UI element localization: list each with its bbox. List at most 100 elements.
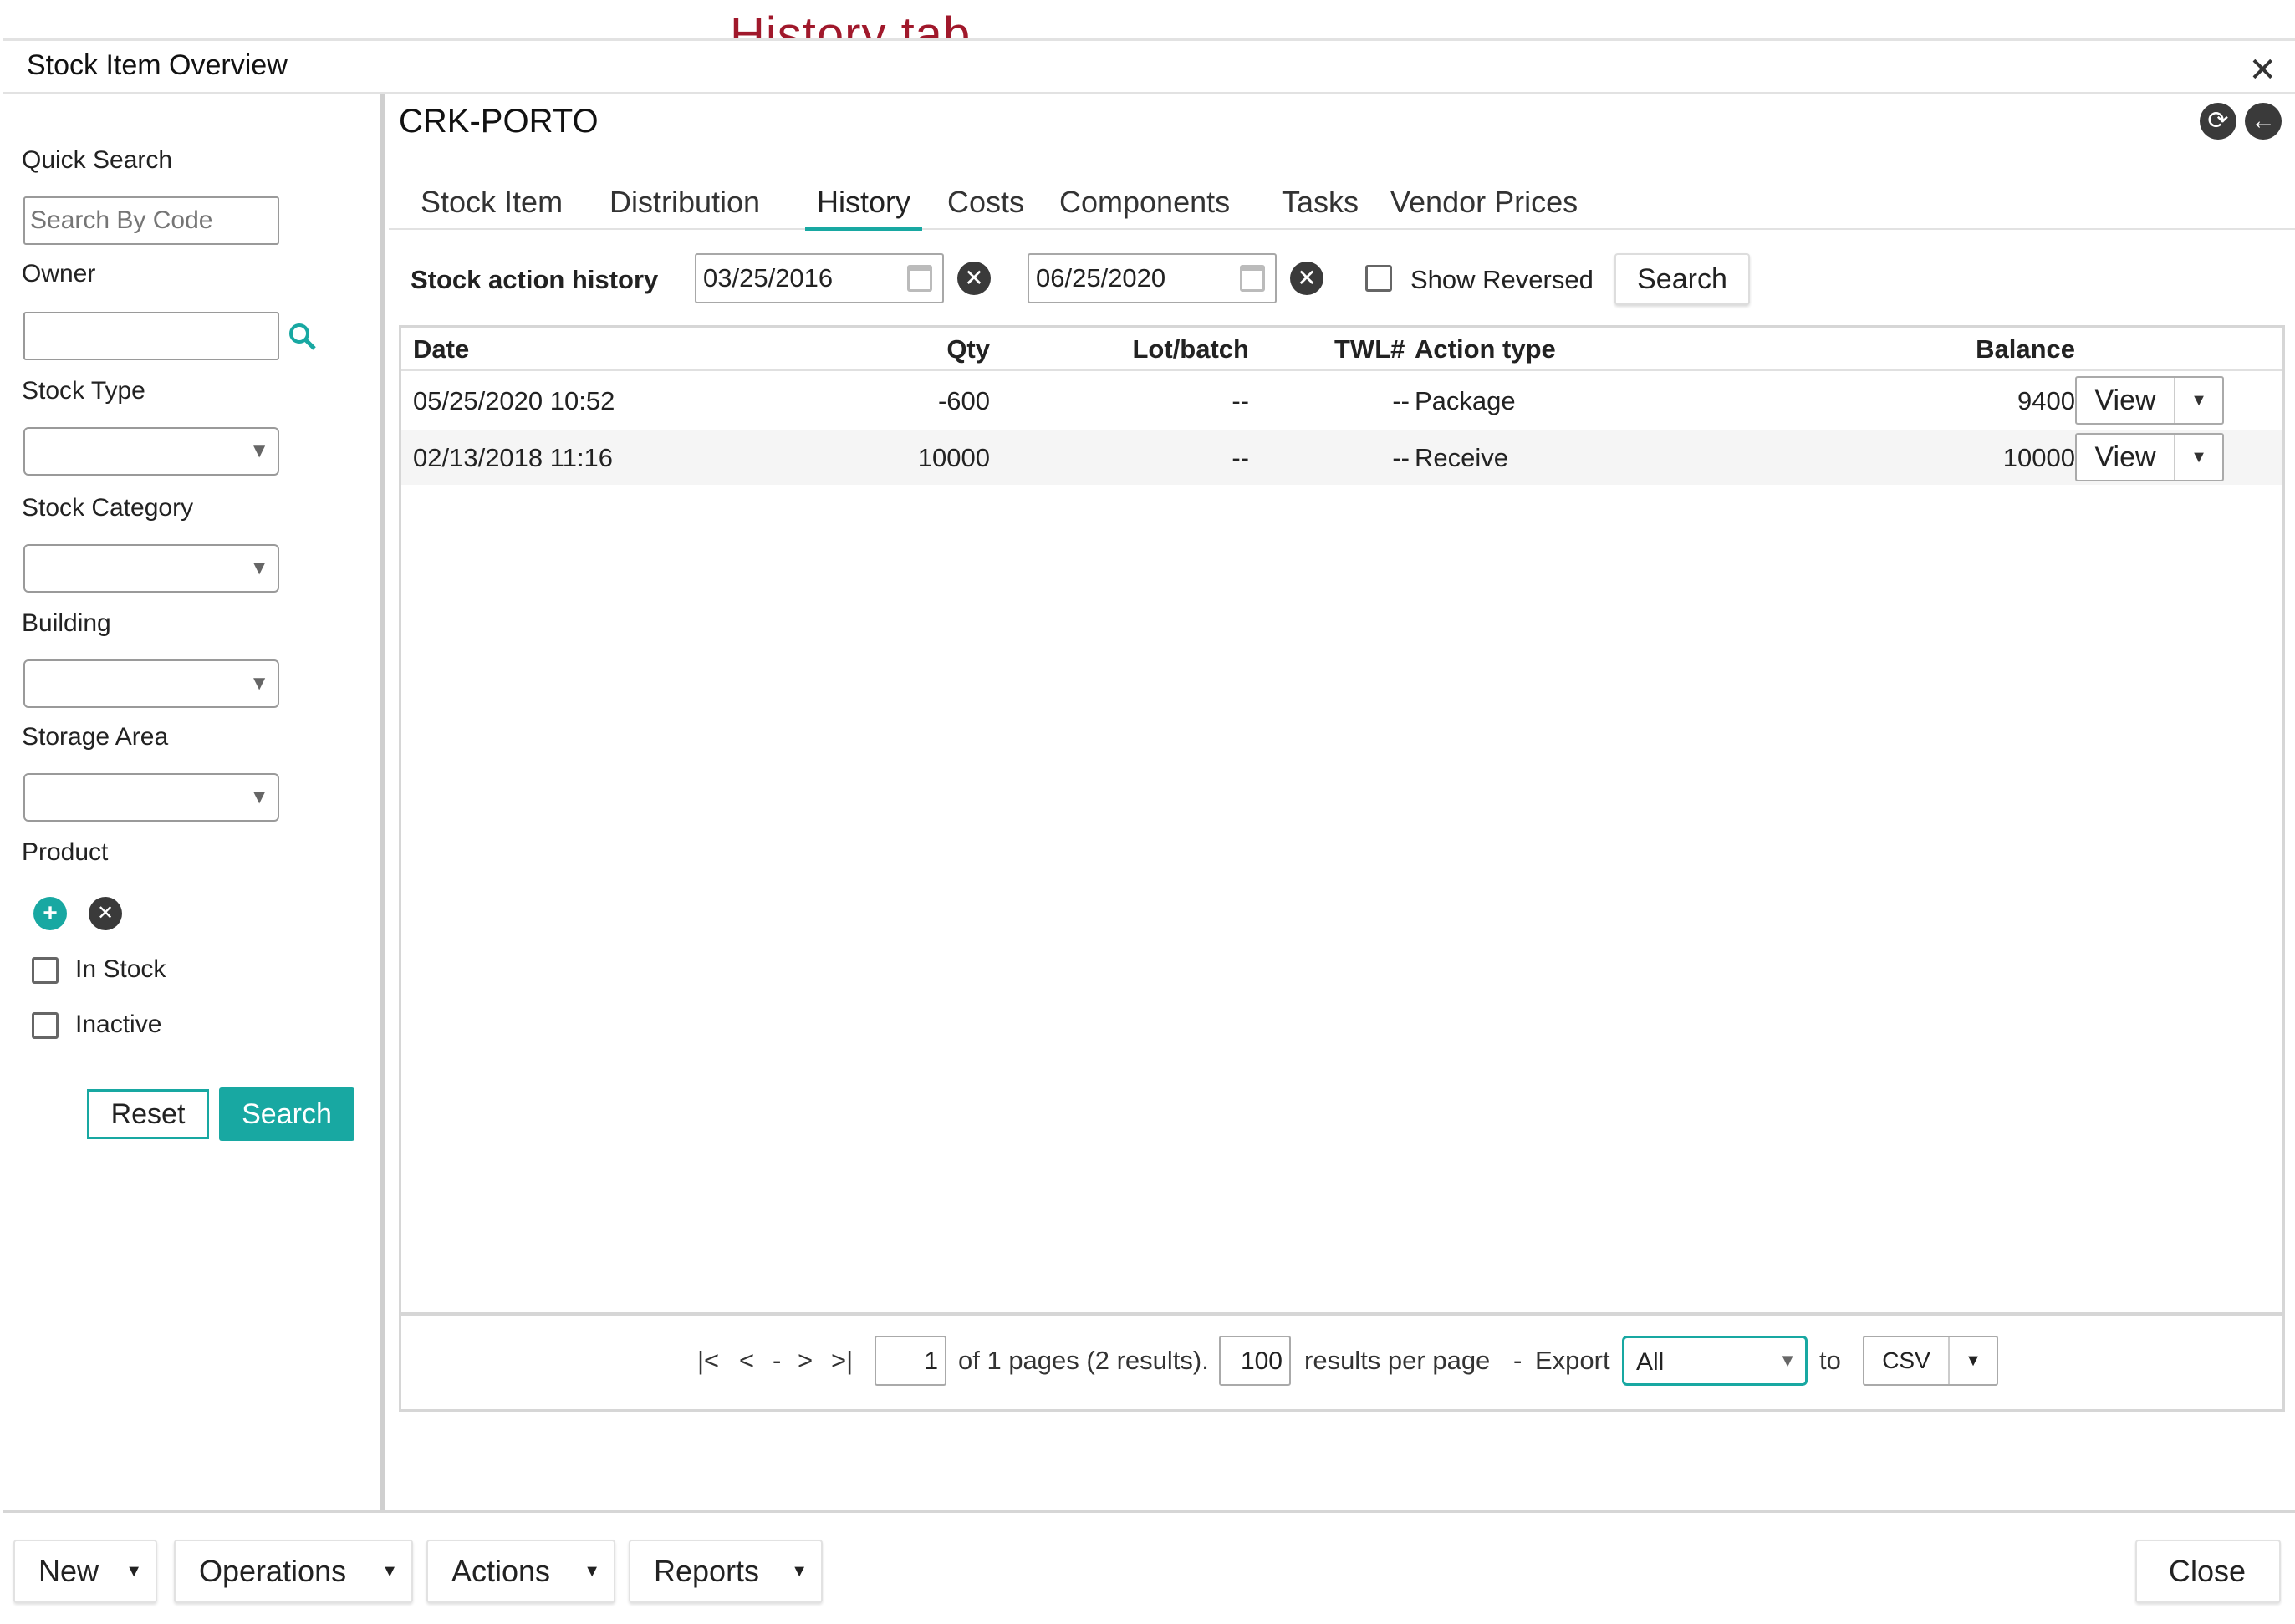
column-header-lot-batch[interactable]: Lot/batch	[1037, 334, 1250, 364]
owner-input[interactable]	[23, 312, 279, 360]
actions-button-label: Actions	[451, 1554, 551, 1588]
history-search-button[interactable]: Search	[1614, 253, 1750, 305]
quick-search-input[interactable]	[23, 196, 279, 245]
cell-action-type: Receive	[1415, 443, 1508, 472]
sidebar-search-button[interactable]: Search	[219, 1087, 354, 1141]
search-icon[interactable]	[286, 320, 319, 354]
storage-area-label: Storage Area	[22, 723, 169, 751]
chevron-down-icon[interactable]: ▼	[1950, 1337, 1997, 1384]
dropdown-arrow-icon: ▼	[249, 672, 269, 695]
calendar-icon[interactable]	[907, 265, 932, 292]
close-icon[interactable]: ✕	[2248, 51, 2277, 89]
results-per-page-label: results per page	[1304, 1346, 1491, 1375]
stock-item-overview-window: Stock Item Overview ✕ Quick Search Owner…	[3, 38, 2295, 1621]
date-from-field[interactable]: 03/25/2016	[695, 253, 944, 303]
cell-date: 05/25/2020 10:52	[413, 386, 615, 415]
view-button-label[interactable]: View	[2077, 378, 2175, 423]
date-to-field[interactable]: 06/25/2020	[1028, 253, 1277, 303]
dropdown-arrow-icon: ▼	[249, 557, 269, 579]
operations-button-label: Operations	[199, 1554, 347, 1588]
quick-search-label: Quick Search	[22, 146, 173, 174]
export-label: Export	[1535, 1346, 1610, 1375]
chevron-down-icon: ▼	[381, 1562, 398, 1581]
calendar-icon[interactable]	[1240, 265, 1265, 292]
product-label: Product	[22, 838, 109, 866]
prev-page-icon[interactable]: <	[739, 1346, 754, 1376]
storage-area-select[interactable]: ▼	[23, 773, 279, 822]
tab-vendor-prices[interactable]: Vendor Prices	[1390, 185, 1578, 227]
export-format-button[interactable]: CSV ▼	[1863, 1336, 1998, 1386]
tab-history[interactable]: History	[805, 185, 923, 231]
tab-costs[interactable]: Costs	[947, 185, 1024, 227]
dropdown-arrow-icon: ▼	[1778, 1350, 1797, 1371]
column-header-twl[interactable]: TWL#	[1334, 334, 1405, 364]
building-select[interactable]: ▼	[23, 659, 279, 708]
stock-category-select[interactable]: ▼	[23, 544, 279, 593]
column-header-qty[interactable]: Qty	[811, 334, 990, 364]
page-number-input[interactable]: 1	[875, 1336, 946, 1386]
export-format-label[interactable]: CSV	[1864, 1337, 1950, 1384]
page-count-text: of 1 pages (2 results).	[958, 1346, 1209, 1375]
refresh-icon[interactable]: ⟳	[2200, 103, 2236, 140]
operations-button[interactable]: Operations ▼	[174, 1540, 413, 1603]
chevron-down-icon: ▼	[584, 1562, 600, 1581]
tab-distribution[interactable]: Distribution	[609, 185, 760, 227]
add-product-icon[interactable]: +	[33, 897, 67, 930]
view-button[interactable]: View ▼	[2075, 433, 2224, 481]
table-row[interactable]: 05/25/2020 10:52 -600 -- -- Package 9400…	[401, 373, 2282, 428]
view-button[interactable]: View ▼	[2075, 376, 2224, 425]
first-page-icon[interactable]: |<	[697, 1346, 719, 1376]
chevron-down-icon: ▼	[125, 1562, 142, 1581]
pager-dash: -	[1513, 1346, 1522, 1375]
actions-button[interactable]: Actions ▼	[426, 1540, 615, 1603]
window-title: Stock Item Overview	[27, 49, 288, 81]
tab-bar: Stock Item Distribution History Costs Co…	[389, 181, 2295, 231]
show-reversed-checkbox[interactable]	[1365, 265, 1392, 292]
last-page-icon[interactable]: >|	[831, 1346, 853, 1376]
next-page-icon[interactable]: >	[798, 1346, 813, 1376]
table-header: Date Qty Lot/batch TWL# Action type Bala…	[401, 328, 2282, 371]
column-header-date[interactable]: Date	[413, 334, 469, 364]
title-bar: Stock Item Overview ✕	[3, 41, 2295, 94]
cell-date: 02/13/2018 11:16	[413, 443, 614, 472]
chevron-down-icon[interactable]: ▼	[2175, 378, 2222, 423]
stock-action-history-label: Stock action history	[411, 265, 659, 294]
clear-product-icon[interactable]: ✕	[89, 897, 122, 930]
in-stock-label: In Stock	[75, 955, 166, 983]
new-button-label: New	[38, 1554, 99, 1588]
reset-button[interactable]: Reset	[87, 1089, 209, 1139]
stock-item-title: CRK-PORTO	[399, 103, 599, 140]
cell-qty: 10000	[917, 443, 990, 472]
view-button-label[interactable]: View	[2077, 435, 2175, 480]
inactive-checkbox[interactable]	[32, 1012, 59, 1039]
building-label: Building	[22, 609, 111, 637]
cell-twl: --	[1392, 443, 1410, 472]
pagination-bar: |< < - > >| 1 of 1 pages (2 results). 10…	[401, 1312, 2282, 1409]
tab-stock-item[interactable]: Stock Item	[421, 185, 563, 227]
tab-components[interactable]: Components	[1059, 185, 1230, 227]
table-row[interactable]: 02/13/2018 11:16 10000 -- -- Receive 100…	[401, 430, 2282, 485]
tab-tasks[interactable]: Tasks	[1282, 185, 1359, 227]
column-header-action-type[interactable]: Action type	[1415, 334, 1556, 364]
reports-button[interactable]: Reports ▼	[629, 1540, 823, 1603]
back-arrow-icon[interactable]: ←	[2245, 103, 2282, 140]
new-button[interactable]: New ▼	[13, 1540, 157, 1603]
export-scope-select[interactable]: All ▼	[1622, 1336, 1808, 1386]
results-per-page-input[interactable]: 100	[1219, 1336, 1291, 1386]
chevron-down-icon[interactable]: ▼	[2175, 435, 2222, 480]
in-stock-checkbox[interactable]	[32, 957, 59, 984]
cell-action-type: Package	[1415, 386, 1516, 415]
stock-type-select[interactable]: ▼	[23, 427, 279, 476]
column-header-balance[interactable]: Balance	[1836, 334, 2075, 364]
footer-toolbar: New ▼ Operations ▼ Actions ▼ Reports ▼ C…	[3, 1510, 2295, 1624]
clear-date-to-icon[interactable]: ✕	[1290, 262, 1323, 295]
chevron-down-icon: ▼	[791, 1562, 808, 1581]
inactive-label: Inactive	[75, 1011, 162, 1038]
date-from-value: 03/25/2016	[703, 263, 834, 293]
close-button[interactable]: Close	[2135, 1540, 2281, 1603]
cell-lot: --	[1232, 386, 1249, 415]
date-to-value: 06/25/2020	[1036, 263, 1166, 293]
cell-balance: 9400	[2017, 386, 2075, 415]
clear-date-from-icon[interactable]: ✕	[957, 262, 991, 295]
export-scope-value: All	[1636, 1348, 1665, 1376]
